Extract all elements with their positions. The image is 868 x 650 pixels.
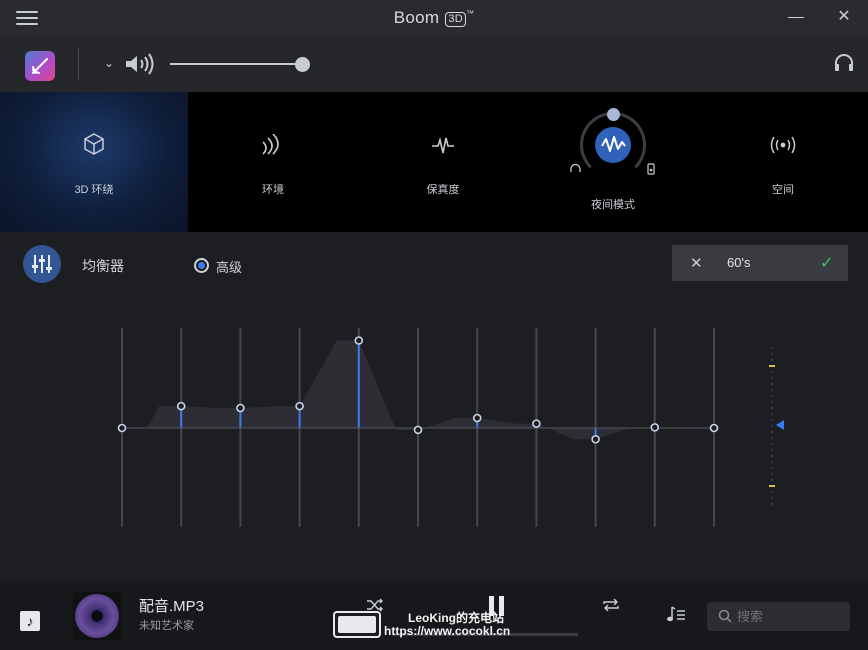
equalizer-graph [117,328,784,527]
device-speaker-icon [647,163,655,175]
gain-pointer-icon[interactable] [776,420,784,430]
preset-confirm-button[interactable]: ✓ [820,253,833,273]
music-library-icon[interactable]: ♪ [20,611,40,631]
effect-label: 夜间模式 [591,199,635,211]
equalizer-title: 均衡器 [82,258,124,274]
volume-slider-handle[interactable] [294,57,310,72]
equalizer-sliders-icon[interactable] [23,245,61,283]
player-bar: ♪ 配音.MP3 未知艺术家 LeoKing的充电站 https://www.c… [0,583,868,650]
search-box[interactable] [707,602,850,631]
gain-meter [769,347,784,505]
preset-bar: ✕ 60's ✓ [672,245,848,281]
preset-name[interactable]: 60's [727,255,750,270]
effect-label: 环境 [262,184,284,196]
app-title-badge: 3D [445,12,466,27]
boom3d-window: Boom 3D ™ ✕ ⌄ 3D 环绕 环境 保真度 夜间模式 空间 均衡器 高… [0,0,868,650]
effect-ambience[interactable]: 环境 [188,92,358,232]
spatial-broadcast-icon [770,136,796,154]
minimize-button[interactable] [788,17,804,18]
title-bar: Boom 3D ™ ✕ [0,0,868,36]
night-mode-waveform-icon[interactable] [595,127,631,163]
eq-band-handle[interactable] [650,423,660,432]
effect-fidelity[interactable]: 保真度 [358,92,528,232]
eq-band-handle[interactable] [117,423,127,433]
search-input[interactable] [737,606,845,627]
app-title-text: Boom [393,8,440,27]
app-title: Boom 3D ™ [0,8,868,28]
shuffle-icon[interactable] [366,598,384,612]
eq-band-handle[interactable] [176,401,186,411]
volume-bar: ⌄ [0,36,868,92]
battery-icon [333,611,381,638]
eq-band-handle[interactable] [413,425,423,435]
effect-spatial[interactable]: 空间 [698,92,868,232]
eq-bands [117,328,719,527]
eq-band-handle[interactable] [532,419,541,428]
eq-band-handle[interactable] [472,413,482,423]
effect-label: 空间 [772,184,794,196]
eq-band-handle[interactable] [709,423,719,433]
effect-label: 3D 环绕 [74,184,114,196]
headphones-icon [570,164,581,172]
cube-icon [84,133,104,155]
fidelity-pulse-icon [432,137,454,154]
eq-band-handle[interactable] [354,336,364,345]
album-art [73,592,121,640]
repeat-icon[interactable] [601,598,621,612]
effect-3d-surround[interactable]: 3D 环绕 [0,92,188,232]
effect-label: 保真度 [426,184,460,196]
eq-band-handle[interactable] [295,401,304,411]
search-icon [718,609,732,623]
track-artist: 未知艺术家 [139,620,194,632]
watermark-line2: https://www.cocokl.cn [384,624,511,638]
advanced-mode-label[interactable]: 高级 [216,257,242,276]
effects-strip: 3D 环绕 环境 保真度 夜间模式 空间 [0,92,868,232]
close-button[interactable]: ✕ [836,9,852,25]
boom-app-icon[interactable] [25,51,55,81]
preset-cancel-button[interactable]: ✕ [690,254,703,272]
speaker-volume-icon[interactable] [124,53,156,75]
trademark-mark: ™ [466,9,475,18]
track-title: 配音.MP3 [139,598,205,615]
eq-band-handle[interactable] [236,403,245,413]
volume-slider-track[interactable] [170,63,306,65]
divider [78,48,79,80]
chevron-down-icon[interactable]: ⌄ [104,56,114,70]
night-mode-dial-handle[interactable] [607,108,620,121]
ambience-waves-icon [262,134,279,155]
headphones-icon[interactable] [834,54,854,72]
eq-band-handle[interactable] [591,434,600,444]
advanced-mode-radio[interactable] [194,258,209,273]
playlist-icon[interactable] [666,605,686,623]
